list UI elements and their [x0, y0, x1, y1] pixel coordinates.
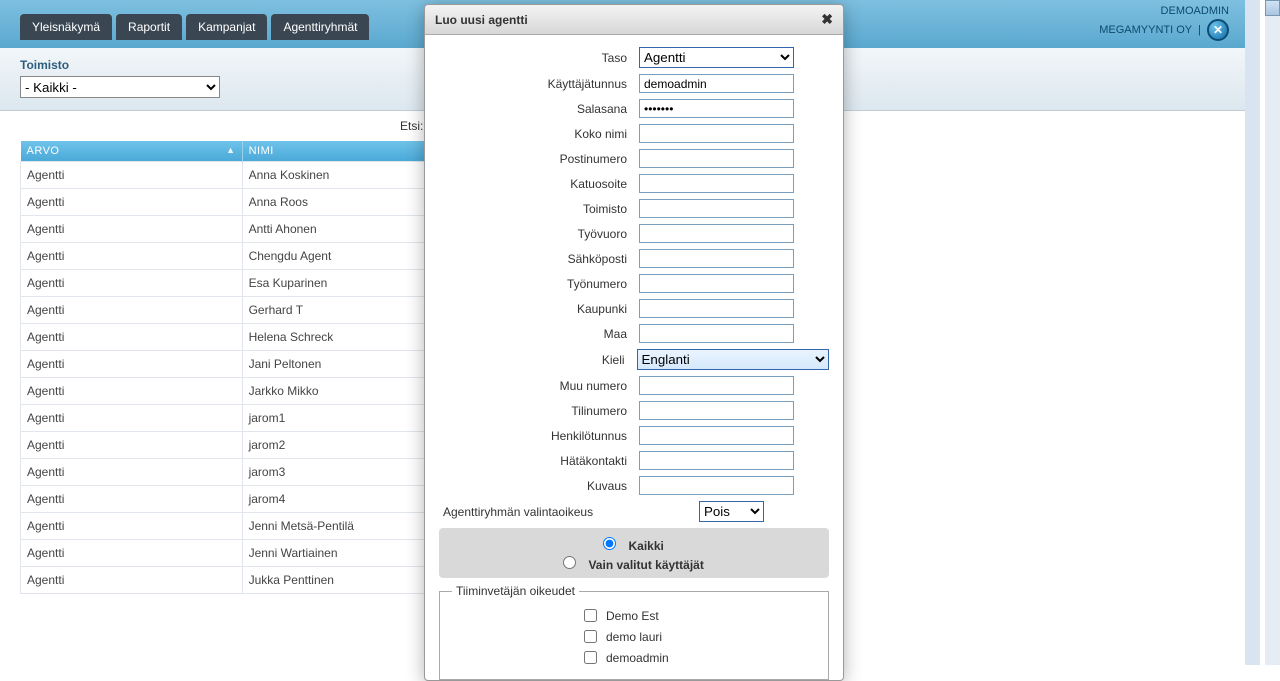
- scroll-up-icon[interactable]: [1265, 0, 1280, 16]
- label-groupright: Agenttiryhmän valintaoikeus: [439, 505, 699, 519]
- modal-title: Luo uusi agentti: [435, 13, 528, 27]
- office-select[interactable]: - Kaikki -: [20, 76, 220, 98]
- radio-all[interactable]: [603, 537, 616, 550]
- cell-arvo: Agentti: [21, 351, 243, 378]
- label-fullname: Koko nimi: [439, 127, 639, 141]
- cell-arvo: Agentti: [21, 243, 243, 270]
- main-tabs: Yleisnäkymä Raportit Kampanjat Agenttiry…: [0, 0, 369, 40]
- cell-arvo: Agentti: [21, 405, 243, 432]
- cell-arvo: Agentti: [21, 297, 243, 324]
- street-input[interactable]: [639, 174, 794, 193]
- label-shift: Työvuoro: [439, 227, 639, 241]
- logout-button[interactable]: ✕: [1207, 19, 1229, 41]
- taso-select[interactable]: Agentti: [639, 47, 794, 68]
- tab-agentgroups[interactable]: Agenttiryhmät: [271, 14, 369, 40]
- cell-arvo: Agentti: [21, 324, 243, 351]
- othernum-input[interactable]: [639, 376, 794, 395]
- cell-arvo: Agentti: [21, 216, 243, 243]
- col-arvo[interactable]: ARVO▲: [21, 141, 243, 162]
- label-desc: Kuvaus: [439, 479, 639, 493]
- password-input[interactable]: [639, 99, 794, 118]
- shift-input[interactable]: [639, 224, 794, 243]
- label-taso: Taso: [439, 51, 639, 65]
- office-input[interactable]: [639, 199, 794, 218]
- workphone-input[interactable]: [639, 274, 794, 293]
- label-office: Toimisto: [439, 202, 639, 216]
- company-name: MEGAMYYNTI OY: [1099, 23, 1192, 38]
- label-workphone: Työnumero: [439, 277, 639, 291]
- label-city: Kaupunki: [439, 302, 639, 316]
- user-info: DEMOADMIN MEGAMYYNTI OY | ✕: [1099, 4, 1229, 41]
- label-ssn: Henkilötunnus: [439, 429, 639, 443]
- search-label: Etsi:: [400, 119, 423, 133]
- tab-reports[interactable]: Raportit: [116, 14, 182, 40]
- separator: |: [1198, 23, 1201, 38]
- postcode-input[interactable]: [639, 149, 794, 168]
- cb-demoadmin[interactable]: [584, 651, 597, 664]
- lang-select[interactable]: Englanti: [637, 349, 829, 370]
- label-street: Katuosoite: [439, 177, 639, 191]
- cb-label: demoadmin: [606, 651, 669, 665]
- label-emergency: Hätäkontakti: [439, 454, 639, 468]
- emergency-input[interactable]: [639, 451, 794, 470]
- radio-all-label: Kaikki: [628, 539, 663, 553]
- cb-demo-est[interactable]: [584, 609, 597, 622]
- country-input[interactable]: [639, 324, 794, 343]
- page-scrollbar[interactable]: [1265, 0, 1280, 665]
- create-agent-modal: Luo uusi agentti ✖ Taso Agentti Käyttäjä…: [424, 4, 844, 681]
- label-email: Sähköposti: [439, 252, 639, 266]
- cell-arvo: Agentti: [21, 513, 243, 540]
- account-input[interactable]: [639, 401, 794, 420]
- rights-legend: Tiiminvetäjän oikeudet: [452, 584, 579, 598]
- label-account: Tilinumero: [439, 404, 639, 418]
- label-lang: Kieli: [439, 353, 637, 367]
- radio-selected[interactable]: [563, 556, 576, 569]
- cell-arvo: Agentti: [21, 432, 243, 459]
- cell-arvo: Agentti: [21, 162, 243, 189]
- ssn-input[interactable]: [639, 426, 794, 445]
- cb-label: Demo Est: [606, 609, 659, 623]
- radio-selected-label: Vain valitut käyttäjät: [588, 558, 703, 572]
- permission-scope: Kaikki Vain valitut käyttäjät: [439, 528, 829, 578]
- label-postcode: Postinumero: [439, 152, 639, 166]
- groupright-select[interactable]: Pois: [699, 501, 764, 522]
- user-name: DEMOADMIN: [1099, 4, 1229, 19]
- username-input[interactable]: [639, 74, 794, 93]
- cell-arvo: Agentti: [21, 540, 243, 567]
- label-username: Käyttäjätunnus: [439, 77, 639, 91]
- label-othernum: Muu numero: [439, 379, 639, 393]
- desc-input[interactable]: [639, 476, 794, 495]
- tab-campaigns[interactable]: Kampanjat: [186, 14, 267, 40]
- cell-arvo: Agentti: [21, 189, 243, 216]
- cell-arvo: Agentti: [21, 378, 243, 405]
- teamleader-rights: Tiiminvetäjän oikeudet Demo Est demo lau…: [439, 584, 829, 680]
- cell-arvo: Agentti: [21, 567, 243, 594]
- cb-label: demo lauri: [606, 630, 662, 644]
- label-password: Salasana: [439, 102, 639, 116]
- tab-overview[interactable]: Yleisnäkymä: [20, 14, 112, 40]
- close-icon[interactable]: ✖: [821, 11, 833, 28]
- cb-demo-lauri[interactable]: [584, 630, 597, 643]
- email-input[interactable]: [639, 249, 794, 268]
- city-input[interactable]: [639, 299, 794, 318]
- cell-arvo: Agentti: [21, 459, 243, 486]
- label-country: Maa: [439, 327, 639, 341]
- fullname-input[interactable]: [639, 124, 794, 143]
- cell-arvo: Agentti: [21, 270, 243, 297]
- cell-arvo: Agentti: [21, 486, 243, 513]
- sort-arrow-icon: ▲: [226, 145, 235, 155]
- modal-titlebar[interactable]: Luo uusi agentti ✖: [425, 5, 843, 35]
